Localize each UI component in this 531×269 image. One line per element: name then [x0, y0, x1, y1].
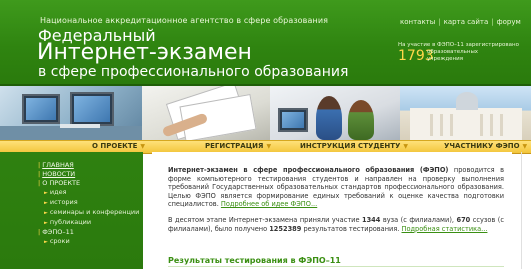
sidebar-item-label: идея — [49, 188, 67, 196]
chevron-down-icon: ▼ — [403, 143, 409, 150]
sidebar-item-label: ФЭПО–11 — [42, 228, 74, 236]
nav-registration-label: РЕГИСТРАЦИЯ — [205, 142, 264, 150]
stats-text-b: вуза (с филиалами), — [380, 216, 457, 224]
nav-participant-label: УЧАСТНИКУ ФЭПО — [444, 142, 520, 150]
sidebar-item-label: история — [49, 198, 78, 206]
arrow-right-icon: ► — [44, 200, 48, 206]
sidebar-item-idea[interactable]: ► идея — [38, 188, 139, 198]
bullet-bar-icon: | — [38, 161, 41, 169]
sidebar-menu: | ГЛАВНАЯ | НОВОСТИ | О ПРОЕКТЕ ► идея ► исто… — [38, 161, 139, 247]
sidebar-item-label: семинары и конференции — [49, 208, 140, 216]
site-title-line3: в сфере профессионального образования — [38, 64, 349, 80]
sidebar-item-label: ГЛАВНАЯ — [42, 161, 74, 169]
link-separator: | — [491, 18, 494, 26]
sidebar-item-label: сроки — [49, 237, 70, 245]
chevron-down-icon: ▼ — [522, 143, 528, 150]
sidebar-item-fepo11[interactable]: | ФЭПО–11 — [38, 228, 139, 237]
stats-text-d: результатов тестирования. — [301, 224, 400, 233]
agency-name: Национальное аккредитационное агентство … — [40, 16, 329, 25]
site-title-line2: Интернет-экзамен — [37, 40, 252, 65]
stats-paragraph: В десятом этапе Интернет-экзамена принял… — [168, 216, 504, 233]
stats-universities: 1344 — [362, 216, 381, 224]
university-building-photo — [400, 86, 531, 140]
results-divider — [168, 266, 504, 267]
content-border — [521, 152, 522, 269]
photo-banner — [0, 86, 531, 140]
sidebar-item-deadlines[interactable]: ► сроки — [38, 237, 139, 247]
arrow-right-icon: ► — [44, 220, 48, 226]
sidebar-item-history[interactable]: ► история — [38, 198, 139, 208]
stats-colleges: 670 — [456, 216, 471, 224]
sidebar-item-label: О ПРОЕКТЕ — [42, 179, 81, 187]
students-photo — [270, 86, 400, 140]
nav-registration[interactable]: РЕГИСТРАЦИЯ ▼ — [205, 142, 271, 150]
nav-participant[interactable]: УЧАСТНИКУ ФЭПО ▼ — [444, 142, 527, 150]
sidebar: | ГЛАВНАЯ | НОВОСТИ | О ПРОЕКТЕ ► идея ► исто… — [0, 152, 143, 269]
sidebar-item-label: НОВОСТИ — [42, 170, 76, 178]
arrow-right-icon: ► — [44, 190, 48, 196]
top-links: контакты | карта сайта | форум — [400, 18, 521, 26]
link-separator: | — [438, 18, 441, 26]
results-heading: Результаты тестирования в ФЭПО–11 — [168, 256, 341, 265]
idea-more-link[interactable]: Подробнее об идее ФЭПО... — [221, 200, 317, 208]
bullet-bar-icon: | — [38, 228, 41, 236]
main-content: Интернет-экзамен в сфере профессионально… — [152, 152, 512, 269]
intro-bold: Интернет-экзамен в сфере профессионально… — [168, 166, 449, 174]
intro-paragraph: Интернет-экзамен в сфере профессионально… — [168, 166, 504, 209]
nav-about[interactable]: О ПРОЕКТЕ ▼ — [92, 142, 145, 150]
statistics-more-link[interactable]: Подробная статистика... — [402, 225, 488, 233]
sidebar-item-news[interactable]: | НОВОСТИ — [38, 170, 139, 179]
computer-room-photo — [0, 86, 142, 140]
sidebar-item-about[interactable]: | О ПРОЕКТЕ — [38, 179, 139, 188]
page: Национальное аккредитационное агентство … — [0, 0, 531, 269]
forum-link[interactable]: форум — [497, 18, 521, 26]
sidebar-item-seminars[interactable]: ► семинары и конференции — [38, 208, 139, 218]
arrow-right-icon: ► — [44, 239, 48, 245]
arrow-right-icon: ► — [44, 210, 48, 216]
nav-student-instruction-label: ИНСТРУКЦИЯ СТУДЕНТУ — [300, 142, 401, 150]
nav-student-instruction[interactable]: ИНСТРУКЦИЯ СТУДЕНТУ ▼ — [300, 142, 408, 150]
sitemap-link[interactable]: карта сайта — [444, 18, 489, 26]
stats-text-a: В десятом этапе Интернет-экзамена принял… — [168, 216, 362, 224]
registration-counter-unit: образовательных учреждения — [427, 49, 479, 62]
bullet-bar-icon: | — [38, 179, 41, 187]
bullet-bar-icon: | — [38, 170, 41, 178]
sidebar-item-home[interactable]: | ГЛАВНАЯ — [38, 161, 139, 170]
chevron-down-icon: ▼ — [140, 143, 146, 150]
stats-results: 1252389 — [269, 224, 302, 233]
sidebar-item-label: публикации — [49, 218, 92, 226]
chevron-down-icon: ▼ — [266, 143, 272, 150]
contacts-link[interactable]: контакты — [400, 18, 435, 26]
sidebar-item-publications[interactable]: ► публикации — [38, 218, 139, 228]
documents-photo — [142, 86, 270, 140]
site-header: Национальное аккредитационное агентство … — [0, 0, 531, 86]
nav-about-label: О ПРОЕКТЕ — [92, 142, 138, 150]
